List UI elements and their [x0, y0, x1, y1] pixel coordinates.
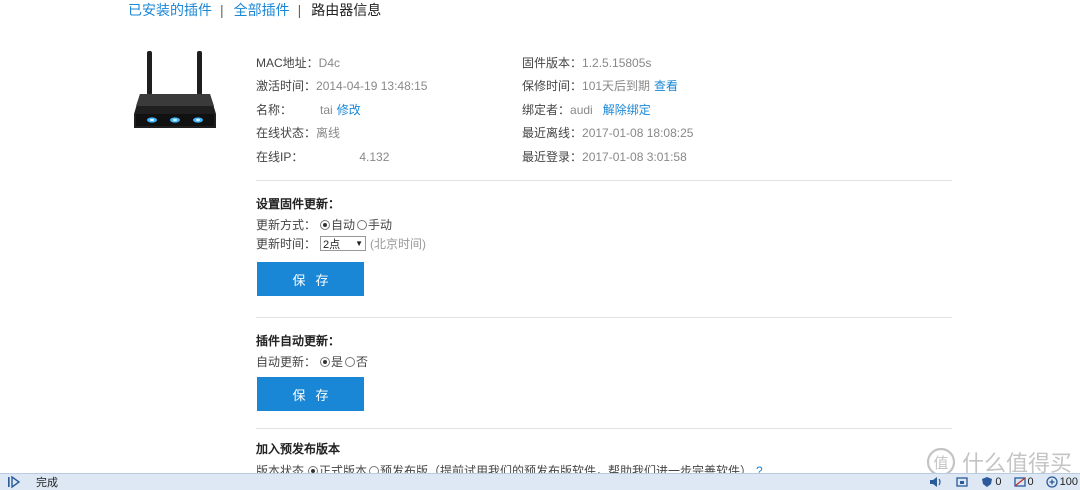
online-status-label: 在线状态： [256, 126, 317, 141]
unbind-link[interactable]: 解除绑定 [603, 103, 651, 117]
online-ip-label: 在线IP： [256, 149, 304, 164]
auto-update-label: 自动 [331, 218, 356, 232]
update-time-select[interactable]: 2点 ▼ [320, 236, 367, 251]
play-icon[interactable] [6, 475, 22, 489]
divider [256, 180, 952, 181]
firmware-update-title: 设置固件更新： [256, 197, 341, 211]
tab-installed-plugins[interactable]: 已安装的插件 [128, 0, 212, 20]
activation-label: 激活时间： [256, 79, 317, 94]
status-left: 完成 [0, 474, 58, 490]
edit-name-link[interactable]: 修改 [337, 103, 361, 117]
mac-label: MAC地址： [256, 56, 319, 70]
last-login-value: 2017-01-08 3:01:58 [582, 149, 687, 164]
plugin-update-yes-radio[interactable] [320, 356, 331, 367]
divider [256, 317, 952, 318]
shield-icon [982, 477, 993, 487]
name-value: tai [320, 102, 333, 117]
online-status-row: 在线状态：离线 [256, 125, 427, 148]
tab-separator: | [297, 2, 302, 18]
chevron-down-icon: ▼ [355, 239, 364, 248]
last-offline-label: 最近离线： [522, 126, 583, 141]
update-time-value: 2点 [323, 238, 341, 251]
divider [256, 428, 952, 429]
router-info-right: 固件版本：1.2.5.15805s 保修时间：101天后到期 查看 绑定者：aud… [522, 55, 693, 172]
tab-separator: | [220, 2, 224, 18]
save-plugin-settings-button[interactable]: 保存 [257, 377, 364, 411]
status-text: 完成 [36, 477, 58, 489]
warranty-value: 101天后到期 [582, 79, 651, 94]
plugin-update-title: 插件自动更新： [256, 334, 341, 348]
status-right: 0 0 100 [917, 474, 1080, 490]
save-firmware-settings-button[interactable]: 保存 [257, 262, 364, 296]
view-warranty-link[interactable]: 查看 [654, 79, 678, 93]
plugin-update-no-radio[interactable] [345, 356, 356, 367]
mac-value: D4c [318, 56, 341, 70]
tab-router-info[interactable]: 路由器信息 [311, 0, 381, 20]
plugin-auto-update-label: 自动更新： [256, 355, 317, 369]
block-indicator[interactable]: 0 [1013, 476, 1034, 488]
zoom-count: 0 [1027, 476, 1034, 488]
browser-status-bar: 完成 0 0 100 [0, 473, 1080, 490]
update-time-row: 更新时间： 2点 ▼ (北京时间) [256, 235, 426, 252]
online-status-value: 离线 [316, 126, 341, 141]
zoom-indicator[interactable]: 100 [1045, 476, 1078, 488]
shield-count: 0 [995, 476, 1002, 488]
last-login-row: 最近登录：2017-01-08 3:01:58 [522, 149, 693, 172]
online-ip-row: 在线IP： 4.132 [256, 149, 427, 172]
zoom-in-icon [1045, 476, 1058, 488]
bound-user-label: 绑定者： [522, 102, 571, 117]
bound-user-value: audi [570, 102, 593, 117]
plugin-tabs: 已安装的插件 | 全部插件 | 路由器信息 [128, 0, 381, 20]
update-method-label: 更新方式： [256, 218, 317, 232]
prerelease-title: 加入预发布版本 [256, 442, 341, 456]
activation-row: 激活时间：2014-04-19 13:48:15 [256, 78, 427, 101]
bound-user-row: 绑定者：audi 解除绑定 [522, 102, 693, 125]
firmware-label: 固件版本： [522, 56, 583, 70]
block-icon [1013, 477, 1026, 487]
online-ip-value: 4.132 [359, 149, 390, 164]
shield-indicator[interactable]: 0 [981, 476, 1002, 488]
last-login-label: 最近登录： [522, 149, 583, 164]
mac-row: MAC地址：D4c [256, 55, 427, 78]
name-label: 名称： [256, 102, 293, 117]
router-icon [134, 51, 216, 128]
manual-update-label: 手动 [368, 218, 393, 232]
warranty-row: 保修时间：101天后到期 查看 [522, 78, 693, 101]
speaker-icon[interactable] [929, 476, 943, 488]
name-row: 名称： tai 修改 [256, 102, 427, 125]
timezone-hint: (北京时间) [370, 237, 427, 251]
firmware-value: 1.2.5.15805s [582, 56, 652, 70]
warranty-label: 保修时间： [522, 79, 583, 94]
plugin-update-no-label: 否 [356, 355, 369, 369]
firmware-row: 固件版本：1.2.5.15805s [522, 55, 693, 78]
svg-text:值: 值 [933, 454, 948, 472]
activation-value: 2014-04-19 13:48:15 [316, 79, 428, 94]
manual-update-radio[interactable] [357, 219, 368, 230]
tab-all-plugins[interactable]: 全部插件 [234, 0, 290, 20]
update-method-row: 更新方式： 自动 手动 [256, 216, 392, 233]
network-icon[interactable] [955, 476, 969, 488]
zoom-level: 100 [1059, 476, 1078, 488]
auto-update-radio[interactable] [320, 219, 331, 230]
update-time-label: 更新时间： [256, 237, 317, 251]
router-info-left: MAC地址：D4c 激活时间：2014-04-19 13:48:15 名称： ta… [256, 55, 427, 172]
last-offline-row: 最近离线：2017-01-08 18:08:25 [522, 125, 693, 148]
plugin-auto-update-row: 自动更新： 是 否 [256, 353, 368, 370]
last-offline-value: 2017-01-08 18:08:25 [582, 126, 694, 141]
plugin-update-yes-label: 是 [331, 355, 344, 369]
